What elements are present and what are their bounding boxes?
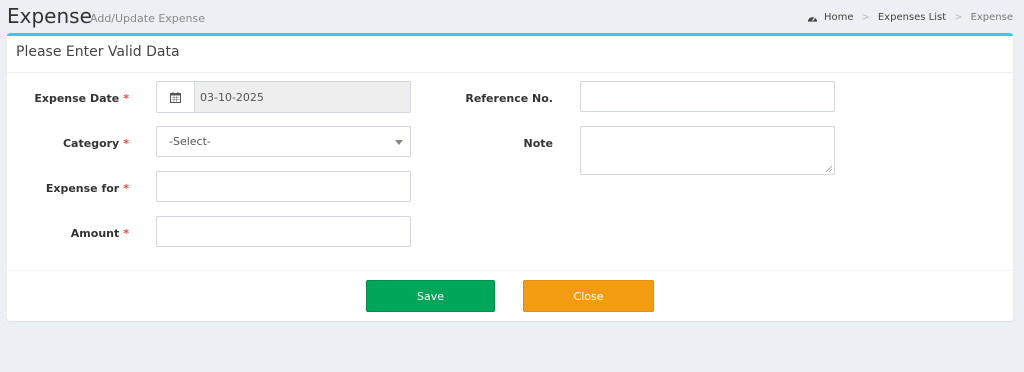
form-box: Please Enter Valid Data Expense Date * 03…: [7, 33, 1013, 321]
box-header: Please Enter Valid Data: [7, 36, 1013, 73]
required-mark: *: [123, 182, 129, 195]
note-label: Note: [523, 137, 553, 150]
expense-date-field[interactable]: 03-10-2025: [156, 81, 411, 113]
close-button[interactable]: Close: [523, 280, 654, 312]
breadcrumb-expenses-list-link[interactable]: Expenses List: [878, 12, 946, 23]
breadcrumb-separator: >: [861, 12, 870, 23]
breadcrumb: Home > Expenses List > Expense: [807, 12, 1013, 23]
page-subtitle: Add/Update Expense: [90, 12, 206, 25]
expense-for-input[interactable]: [156, 171, 411, 202]
required-mark: *: [123, 227, 129, 240]
expense-date-label: Expense Date *: [34, 92, 129, 105]
breadcrumb-current: Expense: [970, 12, 1013, 23]
expense-for-label: Expense for *: [46, 182, 129, 195]
expense-date-input[interactable]: 03-10-2025: [195, 82, 410, 112]
page-header: Expense Add/Update Expense Home > Expens…: [0, 0, 1024, 34]
resize-handle-icon[interactable]: [826, 166, 832, 172]
breadcrumb-home-link[interactable]: Home: [824, 12, 854, 23]
required-mark: *: [123, 137, 129, 150]
category-select[interactable]: -Select-: [156, 126, 411, 157]
save-button[interactable]: Save: [366, 280, 495, 312]
category-label: Category *: [63, 137, 129, 150]
reference-no-input[interactable]: [580, 81, 835, 112]
calendar-icon[interactable]: [157, 82, 195, 112]
amount-label: Amount *: [71, 227, 129, 240]
category-label-text: Category: [62, 137, 120, 150]
breadcrumb-separator: >: [954, 12, 963, 23]
box-footer-divider: [7, 270, 1013, 271]
category-selected-value: -Select-: [169, 135, 211, 148]
box-title: Please Enter Valid Data: [16, 44, 180, 60]
amount-input[interactable]: [156, 216, 411, 247]
reference-no-label: Reference No.: [465, 92, 553, 105]
expense-for-label-text: Expense for: [45, 182, 120, 195]
note-textarea[interactable]: [580, 126, 835, 175]
dashboard-icon: [807, 16, 818, 22]
page-title: Expense: [7, 4, 92, 28]
expense-date-label-text: Expense Date: [34, 92, 120, 105]
chevron-down-icon: [395, 140, 403, 145]
amount-label-text: Amount: [70, 227, 120, 240]
required-mark: *: [123, 92, 129, 105]
